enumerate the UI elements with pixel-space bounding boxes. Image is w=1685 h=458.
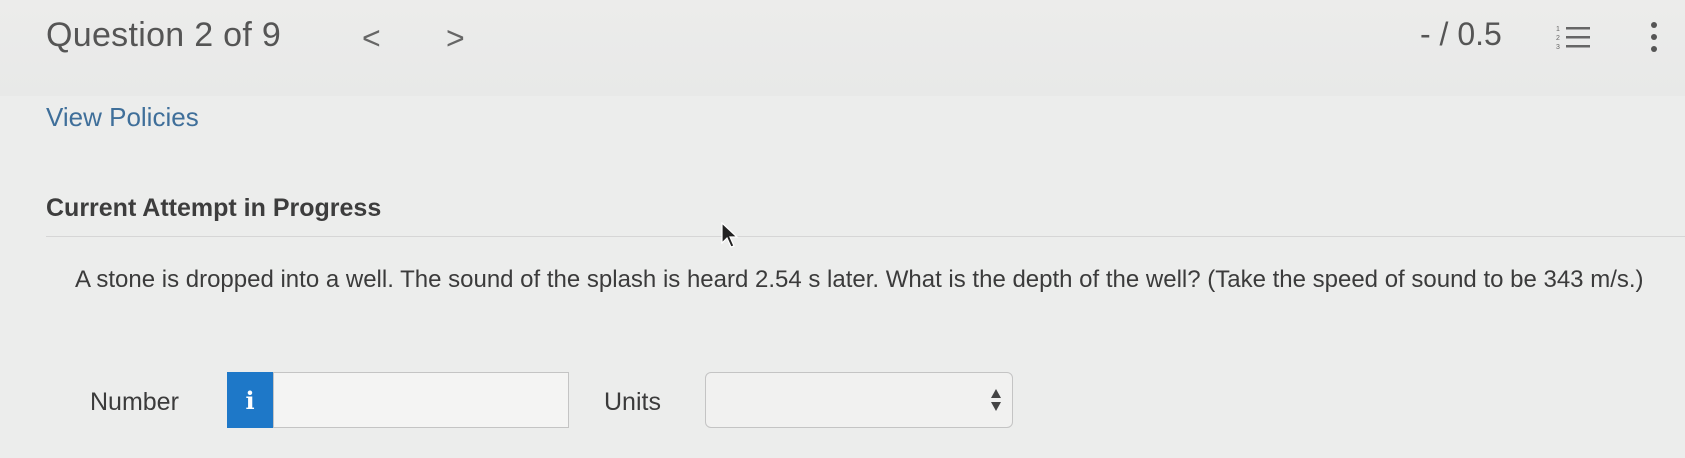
number-label: Number (90, 388, 179, 416)
info-button[interactable]: i (227, 372, 273, 428)
next-question-button[interactable]: > (446, 20, 465, 57)
question-header: Question 2 of 9 < > - / 0.5 1 2 3 (0, 0, 1685, 96)
units-label: Units (604, 388, 661, 416)
mouse-pointer-icon (721, 222, 739, 248)
number-input[interactable] (273, 372, 569, 428)
info-icon: i (245, 385, 255, 415)
question-score: - / 0.5 (1420, 16, 1502, 52)
section-divider (46, 236, 1685, 237)
view-policies-link[interactable]: View Policies (46, 102, 199, 133)
svg-text:1: 1 (1556, 26, 1560, 33)
units-select[interactable] (705, 372, 1013, 428)
question-counter: Question 2 of 9 (46, 16, 282, 54)
svg-text:3: 3 (1556, 44, 1560, 50)
attempt-status-heading: Current Attempt in Progress (46, 194, 382, 222)
numbered-list-icon[interactable]: 1 2 3 (1556, 24, 1590, 50)
svg-text:2: 2 (1556, 35, 1560, 42)
question-text: A stone is dropped into a well. The soun… (75, 266, 1644, 293)
more-options-icon[interactable] (1648, 20, 1660, 54)
select-arrows-icon (991, 389, 1001, 411)
previous-question-button[interactable]: < (362, 20, 381, 57)
